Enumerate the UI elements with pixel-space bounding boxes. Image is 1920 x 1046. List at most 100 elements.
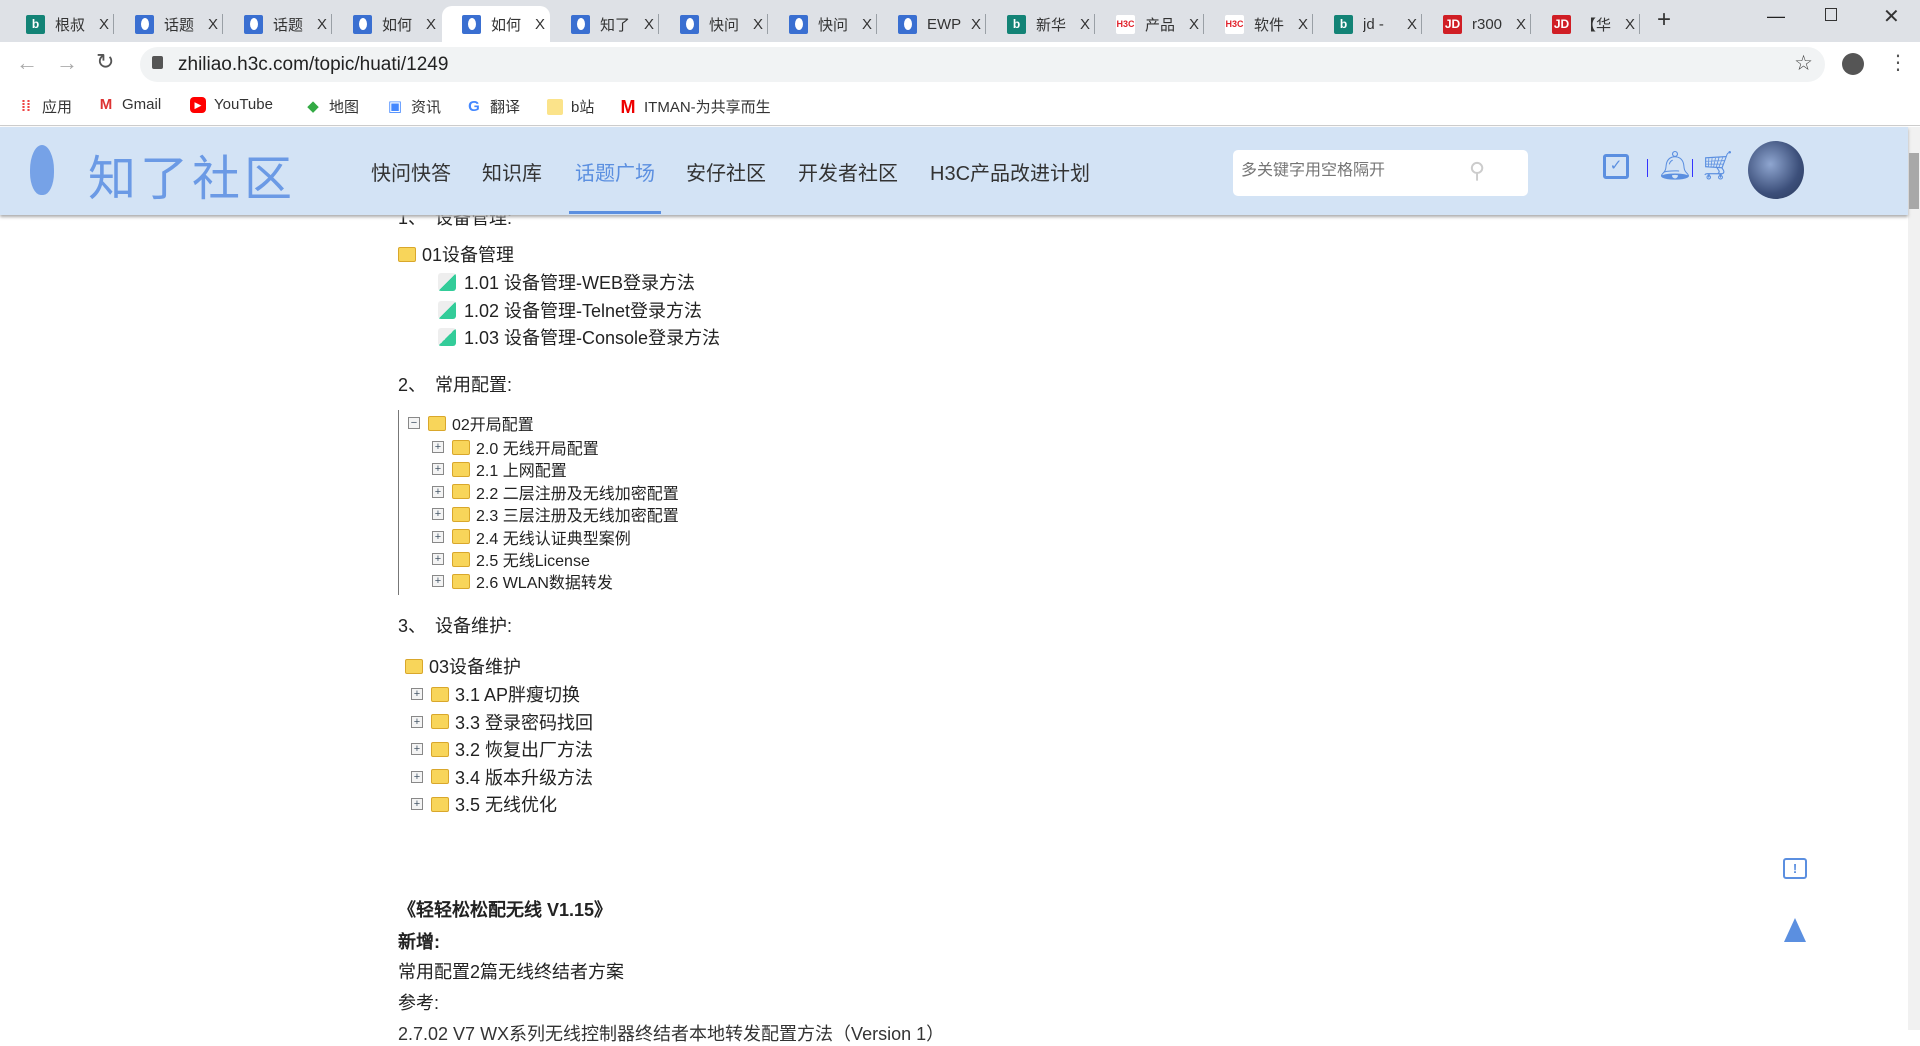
new-tab-button[interactable]: + <box>1657 6 1671 34</box>
search-icon[interactable]: ⚲ <box>1469 158 1485 184</box>
forward-icon[interactable]: → <box>56 50 78 76</box>
close-tab-icon[interactable]: X <box>208 16 218 33</box>
restore-button[interactable] <box>1825 8 1837 21</box>
tree-item[interactable]: +2.2 二层注册及无线加密配置 <box>432 480 679 504</box>
tree-folder-02[interactable]: −02开局配置 <box>408 411 534 435</box>
site-logo[interactable]: 知了社区 <box>88 139 296 209</box>
nav-item[interactable]: H3C产品改进计划 <box>930 157 1090 186</box>
bookmark-translate[interactable]: G 翻译 <box>466 96 520 117</box>
tree-item[interactable]: +3.4 版本升级方法 <box>411 764 593 790</box>
tree-item[interactable]: +2.0 无线开局配置 <box>432 435 599 459</box>
profile-icon[interactable] <box>1842 53 1864 75</box>
close-tab-icon[interactable]: X <box>1189 16 1199 33</box>
browser-tab[interactable]: 话题 X <box>115 6 223 42</box>
bookmark-youtube[interactable]: ▶ YouTube <box>190 96 273 113</box>
search-input[interactable] <box>1241 162 1461 180</box>
nav-item[interactable]: 安仔社区 <box>686 157 766 186</box>
back-to-top-icon[interactable] <box>1784 918 1806 942</box>
expand-icon[interactable]: + <box>411 743 423 756</box>
scrollbar[interactable] <box>1908 127 1920 1030</box>
bookmark-apps[interactable]: ⁞⁞ 应用 <box>18 96 72 117</box>
close-tab-icon[interactable]: X <box>1298 16 1308 33</box>
menu-icon[interactable]: ⋮ <box>1888 50 1908 75</box>
nav-item[interactable]: 知识库 <box>482 157 542 186</box>
tree-item[interactable]: 1.02 设备管理-Telnet登录方法 <box>438 297 702 323</box>
browser-tab[interactable]: b jd - X <box>1314 6 1422 42</box>
expand-icon[interactable]: + <box>432 575 444 588</box>
browser-tab[interactable]: 如何 X <box>442 6 550 42</box>
browser-tab[interactable]: 知了 X <box>551 6 659 42</box>
tree-item[interactable]: 1.03 设备管理-Console登录方法 <box>438 324 720 350</box>
close-tab-icon[interactable]: X <box>971 16 981 33</box>
close-tab-icon[interactable]: X <box>1516 16 1526 33</box>
reload-icon[interactable]: ↻ <box>96 49 114 75</box>
tree-item[interactable]: +3.2 恢复出厂方法 <box>411 736 593 762</box>
browser-tab[interactable]: JD 【华 X <box>1532 6 1640 42</box>
tree-item[interactable]: +3.3 登录密码找回 <box>411 709 593 735</box>
browser-tab[interactable]: 快问 X <box>660 6 768 42</box>
tree-item[interactable]: +2.1 上网配置 <box>432 457 567 481</box>
close-tab-icon[interactable]: X <box>1407 16 1417 33</box>
tree-item[interactable]: +2.4 无线认证典型案例 <box>432 525 631 549</box>
browser-tab[interactable]: b 根叔 X <box>6 6 114 42</box>
tree-item[interactable]: 1.01 设备管理-WEB登录方法 <box>438 269 695 295</box>
browser-tab[interactable]: H3C 产品 X <box>1096 6 1204 42</box>
calendar-check-icon[interactable]: ✓ <box>1603 154 1629 179</box>
feedback-icon[interactable]: ! <box>1783 858 1807 879</box>
tab-title: r300 <box>1472 15 1503 33</box>
minimize-button[interactable]: — <box>1767 6 1785 27</box>
tree-item[interactable]: +2.3 三层注册及无线加密配置 <box>432 502 679 526</box>
expand-icon[interactable]: + <box>432 530 444 543</box>
browser-tab[interactable]: H3C 软件 X <box>1205 6 1313 42</box>
expand-icon[interactable]: + <box>411 715 423 728</box>
close-tab-icon[interactable]: X <box>644 16 654 33</box>
expand-icon[interactable]: + <box>411 798 423 811</box>
scrollbar-thumb[interactable] <box>1909 153 1919 209</box>
expand-icon[interactable]: + <box>432 508 444 521</box>
browser-tab[interactable]: 话题 X <box>224 6 332 42</box>
close-tab-icon[interactable]: X <box>862 16 872 33</box>
tree-folder-01[interactable]: 01设备管理 <box>398 241 514 267</box>
bookmark-news[interactable]: ▣ 资讯 <box>387 96 441 117</box>
browser-tab[interactable]: JD r300 X <box>1423 6 1531 42</box>
tree-item[interactable]: +2.6 WLAN数据转发 <box>432 569 613 593</box>
nav-item[interactable]: 开发者社区 <box>798 157 898 186</box>
close-tab-icon[interactable]: X <box>317 16 327 33</box>
nav-item[interactable]: 话题广场 <box>575 157 655 186</box>
bookmark-maps[interactable]: ◆ 地图 <box>305 96 359 117</box>
close-tab-icon[interactable]: X <box>426 16 436 33</box>
browser-tab[interactable]: EWP X <box>878 6 986 42</box>
bell-icon[interactable]: 🔔︎ <box>1657 149 1693 182</box>
expand-icon[interactable]: + <box>432 553 444 565</box>
expand-icon[interactable]: + <box>432 463 444 476</box>
bookmark-gmail[interactable]: M Gmail <box>98 96 161 113</box>
close-window-button[interactable]: ✕ <box>1883 4 1900 29</box>
cart-icon[interactable]: 🛒︎ <box>1700 149 1736 182</box>
bookmark-itman[interactable]: M ITMAN-为共享而生 <box>620 96 771 117</box>
collapse-icon[interactable]: − <box>408 417 420 429</box>
close-tab-icon[interactable]: X <box>753 16 763 33</box>
expand-icon[interactable]: + <box>432 441 444 453</box>
search-box[interactable]: ⚲ <box>1233 150 1528 196</box>
tree-folder-03[interactable]: 03设备维护 <box>405 653 521 679</box>
close-tab-icon[interactable]: X <box>535 16 545 33</box>
ref-link[interactable]: 2.7.02 V7 WX系列无线控制器终结者本地转发配置方法（Version 1… <box>398 1020 944 1046</box>
avatar[interactable] <box>1748 141 1804 199</box>
back-icon[interactable]: ← <box>16 50 38 76</box>
expand-icon[interactable]: + <box>432 485 444 498</box>
tree-item[interactable]: +3.1 AP胖瘦切换 <box>411 681 580 707</box>
star-icon[interactable]: ☆ <box>1794 51 1813 76</box>
bookmark-bilibili[interactable]: b站 <box>547 96 594 117</box>
address-bar[interactable]: zhiliao.h3c.com/topic/huati/1249 ☆ <box>140 47 1825 82</box>
tree-item[interactable]: +2.5 无线License <box>432 547 590 571</box>
expand-icon[interactable]: + <box>411 688 423 700</box>
tree-item[interactable]: +3.5 无线优化 <box>411 791 557 817</box>
nav-item[interactable]: 快问快答 <box>371 157 451 186</box>
close-tab-icon[interactable]: X <box>99 16 109 33</box>
close-tab-icon[interactable]: X <box>1080 16 1090 33</box>
expand-icon[interactable]: + <box>411 770 423 783</box>
browser-tab[interactable]: b 新华 X <box>987 6 1095 42</box>
browser-tab[interactable]: 如何 X <box>333 6 441 42</box>
close-tab-icon[interactable]: X <box>1625 16 1635 33</box>
browser-tab[interactable]: 快问 X <box>769 6 877 42</box>
